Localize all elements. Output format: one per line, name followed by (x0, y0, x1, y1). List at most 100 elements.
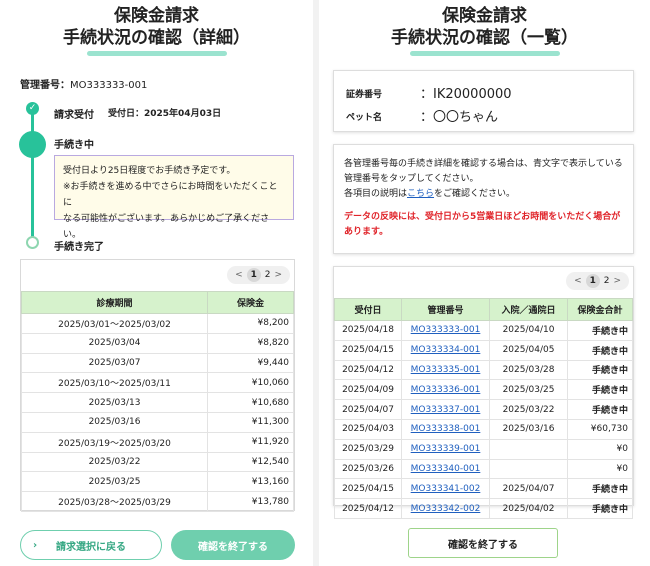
col-visit-date: 入院／通院日 (489, 298, 568, 321)
list-title-line2: 手続状況の確認（一覧） (391, 28, 578, 48)
next-page-button[interactable]: > (274, 270, 282, 280)
total-cell: 手続き中 (567, 320, 633, 341)
pet-name-label: ペット名 (346, 113, 383, 123)
explanation-link[interactable]: こちら (407, 189, 434, 199)
total-cell: 手続き中 (567, 359, 633, 381)
amount-cell: ¥8,820 (207, 332, 294, 354)
period-cell: 2025/03/01〜2025/03/02 (21, 313, 208, 334)
management-number-link[interactable]: MO333335-001 (401, 359, 490, 381)
period-cell: 2025/03/13 (21, 392, 208, 413)
amount-cell: ¥10,680 (207, 392, 294, 413)
finish-button[interactable]: 確認を終了する (171, 530, 295, 560)
management-number-link[interactable]: MO333333-001 (401, 320, 490, 341)
policy-number-label: 証券番号 (346, 90, 383, 100)
visit-date-cell: 2025/04/10 (489, 320, 568, 341)
total-cell: ¥60,730 (567, 418, 633, 440)
policy-number-value: ：IK20000000 (420, 87, 512, 102)
table-row: 2025/04/12 MO333342-002 2025/04/02 手続き中 (334, 498, 633, 519)
warning-line2: あります。 (344, 227, 389, 237)
visit-date-cell: 2025/03/25 (489, 379, 568, 401)
table-row: 2025/04/09 MO333336-001 2025/03/25 手続き中 (334, 379, 633, 401)
management-number-link[interactable]: MO333338-001 (401, 418, 490, 440)
amount-cell: ¥13,780 (207, 491, 294, 512)
table-row: 2025/04/15 MO333334-001 2025/04/05 手続き中 (334, 339, 633, 361)
page-title: 保険金請求 手続状況の確認（詳細） (0, 5, 313, 56)
col-management-number: 管理番号 (401, 298, 490, 321)
amount-cell: ¥9,440 (207, 352, 294, 374)
received-date-cell: 2025/03/29 (334, 438, 402, 460)
visit-date-cell: 2025/03/22 (489, 399, 568, 420)
total-cell: 手続き中 (567, 478, 633, 500)
page-1-button[interactable]: 1 (246, 268, 261, 282)
claims-list-card: < 1 2 > 受付日 管理番号 入院／通院日 保険金合計 2025/04/18… (333, 266, 634, 519)
received-date-cell: 2025/04/15 (334, 478, 402, 500)
amount-cell: ¥12,540 (207, 451, 294, 473)
chevron-right-icon: › (33, 539, 38, 551)
period-cell: 2025/03/19〜2025/03/20 (21, 431, 208, 453)
page-title-line1: 保険金請求 (114, 6, 199, 26)
received-date-cell: 2025/03/26 (334, 458, 402, 480)
amount-cell: ¥8,200 (207, 313, 294, 334)
table-row: 2025/03/04 ¥8,820 (21, 332, 294, 354)
list-page-2-button[interactable]: 2 (604, 276, 610, 286)
table-row: 2025/03/01〜2025/03/02 ¥8,200 (21, 313, 294, 334)
total-cell: ¥0 (567, 438, 633, 460)
page-title-line2: 手続状況の確認（詳細） (63, 28, 250, 48)
management-number-link[interactable]: MO333342-002 (401, 498, 490, 519)
step-complete: 手続き完了 (54, 242, 104, 253)
table-row: 2025/03/28〜2025/03/29 ¥13,780 (21, 491, 294, 512)
detail-panel: 保険金請求 手続状況の確認（詳細） 管理番号：MO333333-001 ✓ 請求… (0, 0, 313, 566)
amount-cell: ¥11,300 (207, 411, 294, 433)
pending-step-dot (26, 236, 39, 249)
total-cell: 手続き中 (567, 399, 633, 420)
step-in-progress: 手続き中 (54, 140, 94, 151)
list-pagination: < 1 2 > (566, 272, 629, 290)
prev-page-button[interactable]: < (235, 270, 243, 280)
list-page-1-button[interactable]: 1 (585, 274, 600, 288)
period-cell: 2025/03/04 (21, 332, 208, 354)
back-button-label: 請求選択に戻る (56, 541, 126, 553)
period-cell: 2025/03/25 (21, 471, 208, 493)
total-cell: 手続き中 (567, 379, 633, 401)
instructions-text: 各管理番号毎の手続き詳細を確認する場合は、青文字で表示している 管理番号をタップ… (344, 157, 627, 240)
page-2-button[interactable]: 2 (265, 270, 271, 280)
management-number: 管理番号：MO333333-001 (20, 76, 147, 91)
visit-date-cell: 2025/04/05 (489, 339, 568, 361)
management-number-link[interactable]: MO333337-001 (401, 399, 490, 420)
col-amount: 保険金 (207, 291, 294, 314)
management-number-link[interactable]: MO333340-001 (401, 458, 490, 480)
table-row: 2025/04/03 MO333338-001 2025/03/16 ¥60,730 (334, 418, 633, 440)
management-number-link[interactable]: MO333339-001 (401, 438, 490, 460)
management-number-value: MO333333-001 (70, 80, 148, 91)
list-finish-button[interactable]: 確認を終了する (408, 528, 558, 558)
period-cell: 2025/03/10〜2025/03/11 (21, 372, 208, 394)
received-date-cell: 2025/04/12 (334, 359, 402, 381)
amount-cell: ¥13,160 (207, 471, 294, 493)
received-date-cell: 2025/04/18 (334, 320, 402, 341)
management-number-link[interactable]: MO333334-001 (401, 339, 490, 361)
notice-line1: 受付日より25日程度でお手続き予定です。 (63, 166, 236, 176)
management-number-link[interactable]: MO333336-001 (401, 379, 490, 401)
period-cell: 2025/03/28〜2025/03/29 (21, 491, 208, 512)
list-next-page-button[interactable]: > (613, 276, 621, 286)
table-row: 2025/03/25 ¥13,160 (21, 471, 294, 493)
list-prev-page-button[interactable]: < (574, 276, 582, 286)
received-date-cell: 2025/04/15 (334, 339, 402, 361)
back-to-claim-select-button[interactable]: › 請求選択に戻る (20, 530, 162, 560)
table-row: 2025/03/10〜2025/03/11 ¥10,060 (21, 372, 294, 394)
table-row: 2025/03/26 MO333340-001 ¥0 (334, 458, 633, 480)
management-number-link[interactable]: MO333341-002 (401, 478, 490, 500)
list-title-line1: 保険金請求 (442, 6, 527, 26)
instructions-line3: 各項目の説明はこちらをご確認ください。 (344, 187, 627, 202)
table-row: 2025/03/22 ¥12,540 (21, 451, 294, 473)
claims-table: 診療期間 保険金 2025/03/01〜2025/03/02 ¥8,200 2025… (21, 291, 294, 512)
received-date-cell: 2025/04/09 (334, 379, 402, 401)
received-date-cell: 2025/04/03 (334, 418, 402, 440)
step-received: 請求受付 (54, 110, 94, 121)
instructions-card: 各管理番号毎の手続き詳細を確認する場合は、青文字で表示している 管理番号をタップ… (333, 144, 634, 254)
visit-date-cell (489, 458, 568, 480)
claims-table-card: < 1 2 > 診療期間 保険金 2025/03/01〜2025/03/02 ¥8… (20, 259, 295, 512)
management-number-label: 管理番号： (20, 80, 70, 91)
table-row: 2025/04/18 MO333333-001 2025/04/10 手続き中 (334, 320, 633, 341)
col-period: 診療期間 (21, 291, 208, 314)
